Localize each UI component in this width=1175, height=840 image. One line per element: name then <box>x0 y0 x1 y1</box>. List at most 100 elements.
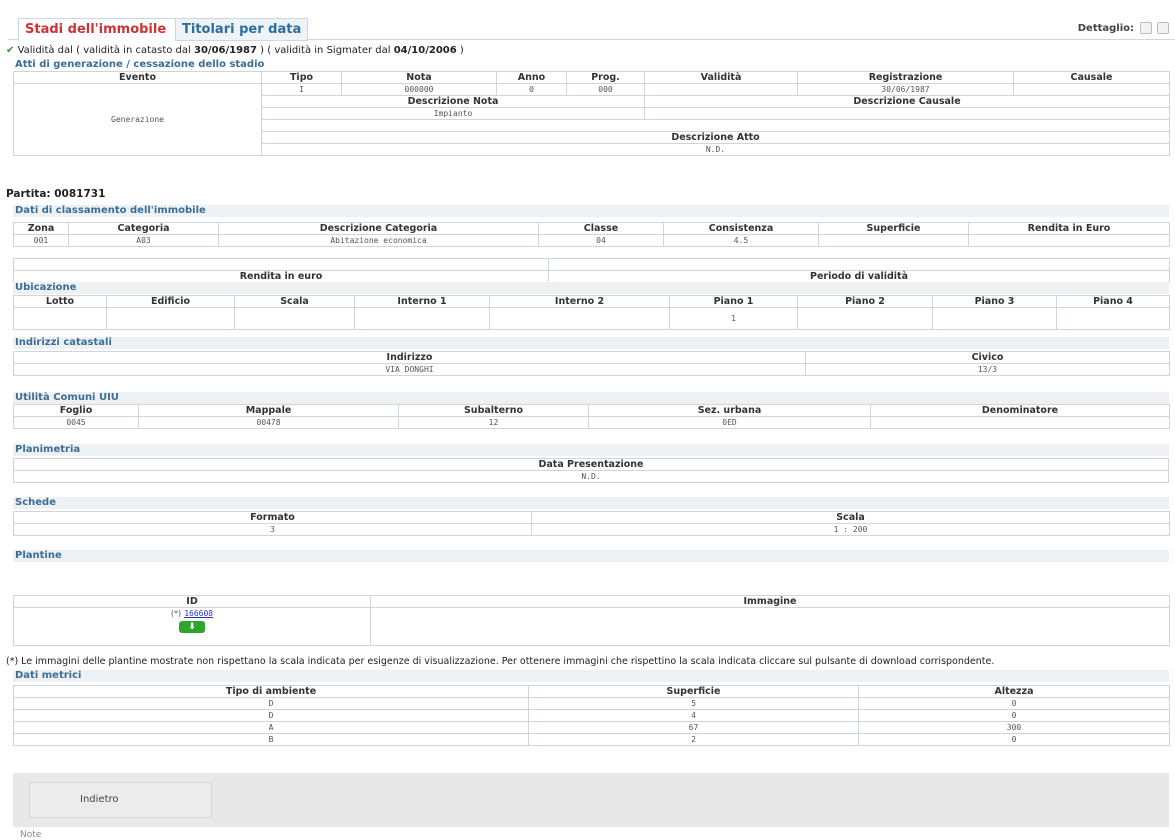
indirizzi-table: Indirizzo Civico VIA DONGHI 13/3 <box>13 351 1170 376</box>
pin-icon[interactable] <box>1139 22 1152 34</box>
atti-spacer <box>261 119 1170 132</box>
ind-h-indirizzo: Indirizzo <box>13 351 806 364</box>
pla-id-link[interactable]: 166608 <box>184 609 213 618</box>
ubi-piano1: 1 <box>669 307 798 330</box>
utl-foglio: 0045 <box>13 416 139 429</box>
partita: Partita: 0081731 <box>6 188 106 200</box>
footnote: (*) Le immagini delle plantine mostrate … <box>6 656 995 667</box>
ubi-h-piano1: Piano 1 <box>669 295 798 308</box>
download-icon: ⬇ <box>188 622 196 632</box>
ind-civico: 13/3 <box>805 363 1170 376</box>
classamento-table: Zona Categoria Descrizione Categoria Cla… <box>13 222 1170 247</box>
section-atti: Atti di generazione / cessazione dello s… <box>13 59 1169 71</box>
validity-date1: 30/06/1987 <box>194 45 257 56</box>
met-superficie: 4 <box>528 709 859 722</box>
sch-h-formato: Formato <box>13 511 532 524</box>
met-h-altezza: Altezza <box>858 685 1170 698</box>
atti-h-desc-atto: Descrizione Atto <box>261 131 1170 144</box>
validity-text2: ) ( validità in Sigmater dal <box>260 45 391 56</box>
sch-h-scala: Scala <box>531 511 1170 524</box>
periodo-validita-h: Periodo di validità <box>548 270 1170 283</box>
atti-h-registrazione: Registrazione <box>797 71 1014 84</box>
pla-h-immagine: Immagine <box>370 595 1170 608</box>
cls-h-rendita: Rendita in Euro <box>968 222 1170 235</box>
utl-h-mappale: Mappale <box>138 404 399 417</box>
table-row: D 5 0 <box>13 697 1170 710</box>
pla-immagine-cell <box>370 607 1170 646</box>
utl-h-subalterno: Subalterno <box>398 404 589 417</box>
atti-validita <box>644 83 798 96</box>
ubi-h-piano3: Piano 3 <box>932 295 1057 308</box>
ubi-h-scala: Scala <box>234 295 355 308</box>
atti-desc-causale <box>644 107 1170 120</box>
metrici-table: Tipo di ambiente Superficie Altezza D 5 … <box>13 685 1170 746</box>
ubi-scala <box>234 307 355 330</box>
ubi-h-piano2: Piano 2 <box>797 295 933 308</box>
bottom-toolbar: Indietro <box>13 773 1169 827</box>
tab-stadi-immobile[interactable]: Stadi dell'immobile <box>18 18 182 41</box>
cls-rendita <box>968 234 1170 247</box>
ubi-edificio <box>106 307 235 330</box>
met-altezza: 300 <box>858 721 1170 734</box>
pla-id-prefix: (*) <box>170 609 182 618</box>
table-row: A 67 300 <box>13 721 1170 734</box>
utl-mappale: 00478 <box>138 416 399 429</box>
schede-table: Formato Scala 3 1 : 200 <box>13 511 1170 536</box>
met-superficie: 2 <box>528 733 859 746</box>
ubi-h-edificio: Edificio <box>106 295 235 308</box>
utl-h-sez-urbana: Sez. urbana <box>588 404 871 417</box>
atti-anno: 0 <box>496 83 567 96</box>
atti-h-desc-causale: Descrizione Causale <box>644 95 1170 108</box>
cls-classe: 04 <box>538 234 664 247</box>
ubi-piano3 <box>932 307 1057 330</box>
ubi-h-interno2: Interno 2 <box>489 295 670 308</box>
atti-h-prog: Prog. <box>566 71 645 84</box>
ubi-piano4 <box>1056 307 1170 330</box>
pin-alt-icon[interactable] <box>1157 22 1169 34</box>
met-h-tipo: Tipo di ambiente <box>13 685 529 698</box>
planimetria-table: Data Presentazione N.D. <box>13 458 1169 483</box>
utl-h-denominatore: Denominatore <box>870 404 1170 417</box>
utl-h-foglio: Foglio <box>13 404 139 417</box>
cls-consistenza: 4.5 <box>663 234 819 247</box>
met-tipo: D <box>13 709 529 722</box>
atti-h-validita: Validità <box>644 71 798 84</box>
section-classamento: Dati di classamento dell'immobile <box>13 205 1169 217</box>
cls-superficie <box>818 234 969 247</box>
cls-h-classe: Classe <box>538 222 664 235</box>
pla-h-id: ID <box>13 595 371 608</box>
sch-scala: 1 : 200 <box>531 523 1170 536</box>
cls-h-categoria: Categoria <box>68 222 219 235</box>
atti-nota: 000000 <box>341 83 497 96</box>
rendita-euro-h: Rendita in euro <box>13 270 549 283</box>
rendita-periodo-table: Rendita in euro Periodo di validità <box>13 258 1170 283</box>
plantine-table: ID Immagine (*) 166608 ⬇ <box>13 595 1170 646</box>
atti-desc-nota: Impianto <box>261 107 645 120</box>
section-plantine: Plantine <box>13 550 1169 562</box>
rp-spacer-2 <box>548 258 1170 271</box>
back-button[interactable]: Indietro <box>29 782 212 818</box>
table-row: B 2 0 <box>13 733 1170 746</box>
utilita-table: Foglio Mappale Subalterno Sez. urbana De… <box>13 404 1170 429</box>
section-planimetria: Planimetria <box>13 444 1169 456</box>
met-tipo: B <box>13 733 529 746</box>
download-button[interactable]: ⬇ <box>179 621 205 633</box>
ubi-h-lotto: Lotto <box>13 295 107 308</box>
atti-tipo: I <box>261 83 342 96</box>
ubi-h-piano4: Piano 4 <box>1056 295 1170 308</box>
atti-desc-atto: N.D. <box>261 143 1170 156</box>
ubi-lotto <box>13 307 107 330</box>
check-icon: ✔ <box>6 45 15 56</box>
met-tipo: A <box>13 721 529 734</box>
detail-controls: Dettaglio: <box>1078 22 1169 34</box>
met-altezza: 0 <box>858 733 1170 746</box>
atti-evento: Generazione <box>13 83 262 156</box>
ubi-interno1 <box>354 307 490 330</box>
tab-titolari-per-data[interactable]: Titolari per data <box>175 18 309 41</box>
atti-h-nota: Nota <box>341 71 497 84</box>
atti-registrazione: 30/06/1987 <box>797 83 1014 96</box>
ind-indirizzo: VIA DONGHI <box>13 363 806 376</box>
met-altezza: 0 <box>858 697 1170 710</box>
met-h-superficie: Superficie <box>528 685 859 698</box>
table-row: D 4 0 <box>13 709 1170 722</box>
